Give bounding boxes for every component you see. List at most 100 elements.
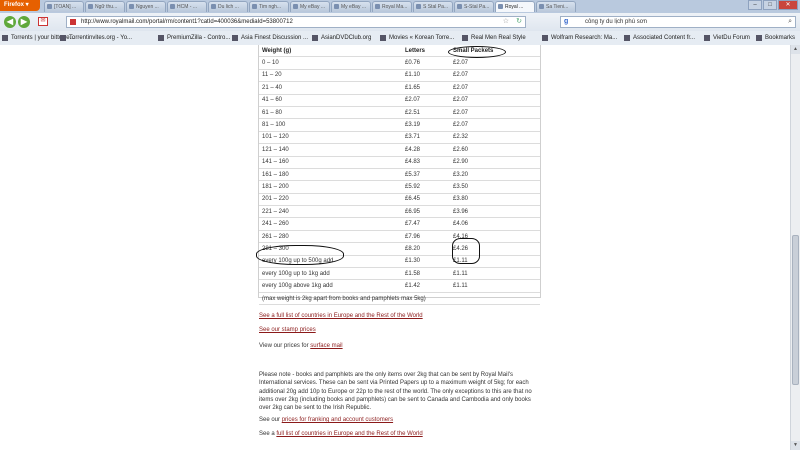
search-icon[interactable]: ⌕ [788, 17, 792, 27]
bookmark-item[interactable]: Wolfram Research: Ma... [542, 33, 617, 43]
weight-cell: every 100g up to 1kg add [259, 267, 402, 281]
books-pamphlets-notice: Please note - books and pamphlets are th… [259, 372, 532, 412]
europe-list-line: See a full list of countries in Europe a… [259, 431, 423, 437]
tab-label: Tim ngh... [259, 4, 282, 10]
firefox-menu-button[interactable]: Firefox ▾ [0, 0, 40, 11]
small-packets-price-cell: £3.20 [450, 168, 540, 182]
gmail-icon[interactable]: ✉ [38, 17, 48, 26]
browser-tab[interactable]: Nguyen ... [126, 1, 166, 12]
reload-icon[interactable]: ↻ [516, 17, 522, 27]
search-input[interactable]: g công ty du lịch phú sơn ⌕ [560, 16, 796, 28]
europe-countries-link[interactable]: See a full list of countries in Europe a… [259, 313, 423, 319]
stamp-prices-link[interactable]: See our stamp prices [259, 327, 316, 333]
small-packets-price-cell: £3.80 [450, 193, 540, 207]
table-row: every 100g up to 1kg add £1.58 £1.11 [259, 267, 540, 281]
browser-tab[interactable]: Sa Tieni... [536, 1, 576, 12]
tab-favicon-icon [457, 4, 462, 9]
bookmark-favicon-icon [462, 35, 468, 41]
browser-tab[interactable]: S-Stal Pa... [454, 1, 494, 12]
tab-favicon-icon [416, 4, 421, 9]
close-icon[interactable]: ✕ [778, 0, 798, 10]
browser-tab[interactable]: Royal Ma... [372, 1, 412, 12]
browser-tab[interactable]: Du lich ... [208, 1, 248, 12]
europe-list-link[interactable]: full list of countries in Europe and the… [276, 431, 422, 437]
small-packets-price-cell: £2.07 [450, 81, 540, 95]
bookmark-item[interactable]: Associated Content fr... [624, 33, 695, 43]
bookmark-label: Torrentinvites.org - Yo... [69, 35, 133, 41]
address-bar[interactable]: http://www.royalmail.com/portal/rm/conte… [66, 16, 526, 28]
small-packets-price-cell: £4.26 [450, 242, 540, 256]
scrollbar-thumb[interactable] [792, 235, 799, 385]
vertical-scrollbar[interactable]: ▲ ▼ [790, 45, 800, 450]
tab-favicon-icon [375, 4, 380, 9]
star-icon[interactable]: ☆ [503, 17, 509, 27]
bookmark-item[interactable]: Bookmarks [756, 33, 795, 43]
scroll-down-arrow-icon[interactable]: ▼ [791, 441, 800, 450]
table-row: 0 – 10 £0.76 £2.07 [259, 56, 540, 70]
bookmark-favicon-icon [542, 35, 548, 41]
small-packets-price-cell: £2.90 [450, 156, 540, 169]
scroll-up-arrow-icon[interactable]: ▲ [791, 45, 800, 54]
browser-tab[interactable]: Tim ngh... [249, 1, 289, 12]
max-weight-note: (max weight is 2kg apart from books and … [259, 292, 540, 306]
maximize-icon[interactable]: □ [763, 0, 777, 10]
table-row: 21 – 40 £1.65 £2.07 [259, 81, 540, 95]
letters-price-cell: £1.30 [402, 255, 450, 269]
bookmark-label: PremiumZilla - Contro... [167, 35, 231, 41]
browser-tab[interactable]: HCM - ... [167, 1, 207, 12]
bookmark-item[interactable]: AsianDVDClub.org [312, 33, 371, 43]
tab-favicon-icon [211, 4, 216, 9]
site-favicon-icon [70, 19, 76, 25]
small-packets-price-cell: £2.07 [450, 106, 540, 120]
small-packets-price-cell: £4.06 [450, 217, 540, 231]
weight-cell: 21 – 40 [259, 81, 402, 95]
browser-tab[interactable]: S Stal Pa... [413, 1, 453, 12]
tab-label: Ngữ thu... [95, 4, 118, 10]
table-row: 261 – 280 £7.96 £4.16 [259, 230, 540, 244]
weight-cell: 161 – 180 [259, 168, 402, 182]
small-packets-price-cell: £2.60 [450, 143, 540, 157]
tab-favicon-icon [334, 4, 339, 9]
bookmark-item[interactable]: Movies « Korean Torre... [380, 33, 454, 43]
back-arrow-icon[interactable]: ◀ [4, 16, 16, 28]
bookmark-item[interactable]: VietDu Forum [704, 33, 750, 43]
rates-table: Weight (g) Letters Small Packets 0 – 10 £… [259, 45, 540, 306]
letters-price-cell: £2.07 [402, 94, 450, 107]
table-row: 61 – 80 £2.51 £2.07 [259, 106, 540, 120]
bookmark-favicon-icon [704, 35, 710, 41]
weight-cell: every 100g up to 500g add [259, 255, 402, 269]
weight-cell: 61 – 80 [259, 106, 402, 120]
weight-cell: 201 – 220 [259, 193, 402, 207]
letters-price-cell: £6.95 [402, 205, 450, 219]
bookmark-item[interactable]: Torrentinvites.org - Yo... [60, 33, 132, 43]
browser-tab[interactable]: Royal ... [495, 1, 535, 12]
browser-tab[interactable]: Ngữ thu... [85, 1, 125, 12]
letters-price-cell: £4.83 [402, 156, 450, 169]
browser-tab[interactable]: [TOAN] ... [44, 1, 84, 12]
letters-price-cell: £7.47 [402, 217, 450, 231]
small-packets-price-cell: £2.07 [450, 69, 540, 83]
table-row: 81 – 100 £3.19 £2.07 [259, 118, 540, 132]
tab-label: [TOAN] ... [54, 4, 77, 10]
bookmark-item[interactable]: Asia Finest Discussion ... [232, 33, 308, 43]
small-packets-price-cell: £2.07 [450, 94, 540, 107]
table-row: 281 – 300 £8.20 £4.26 [259, 242, 540, 256]
table-row: 201 – 220 £6.45 £3.80 [259, 193, 540, 207]
franking-prices-link[interactable]: prices for franking and account customer… [282, 417, 393, 423]
tab-favicon-icon [539, 4, 544, 9]
bookmark-item[interactable]: Real Men Real Style [462, 33, 526, 43]
small-packets-price-cell: £2.07 [450, 118, 540, 132]
bookmark-label: Associated Content fr... [633, 35, 696, 41]
google-icon[interactable]: g [564, 17, 568, 27]
browser-tab[interactable]: My eBay ... [290, 1, 330, 12]
forward-arrow-icon[interactable]: ▶ [18, 16, 30, 28]
table-row: 221 – 240 £6.95 £3.96 [259, 205, 540, 219]
small-packets-price-cell: £4.16 [450, 230, 540, 244]
bookmark-favicon-icon [380, 35, 386, 41]
small-packets-price-cell: £2.07 [450, 56, 540, 70]
browser-tab[interactable]: My eBay ... [331, 1, 371, 12]
minimize-icon[interactable]: – [748, 0, 762, 10]
bookmark-item[interactable]: PremiumZilla - Contro... [158, 33, 230, 43]
bookmark-favicon-icon [60, 35, 66, 41]
surface-mail-link[interactable]: surface mail [310, 343, 342, 349]
